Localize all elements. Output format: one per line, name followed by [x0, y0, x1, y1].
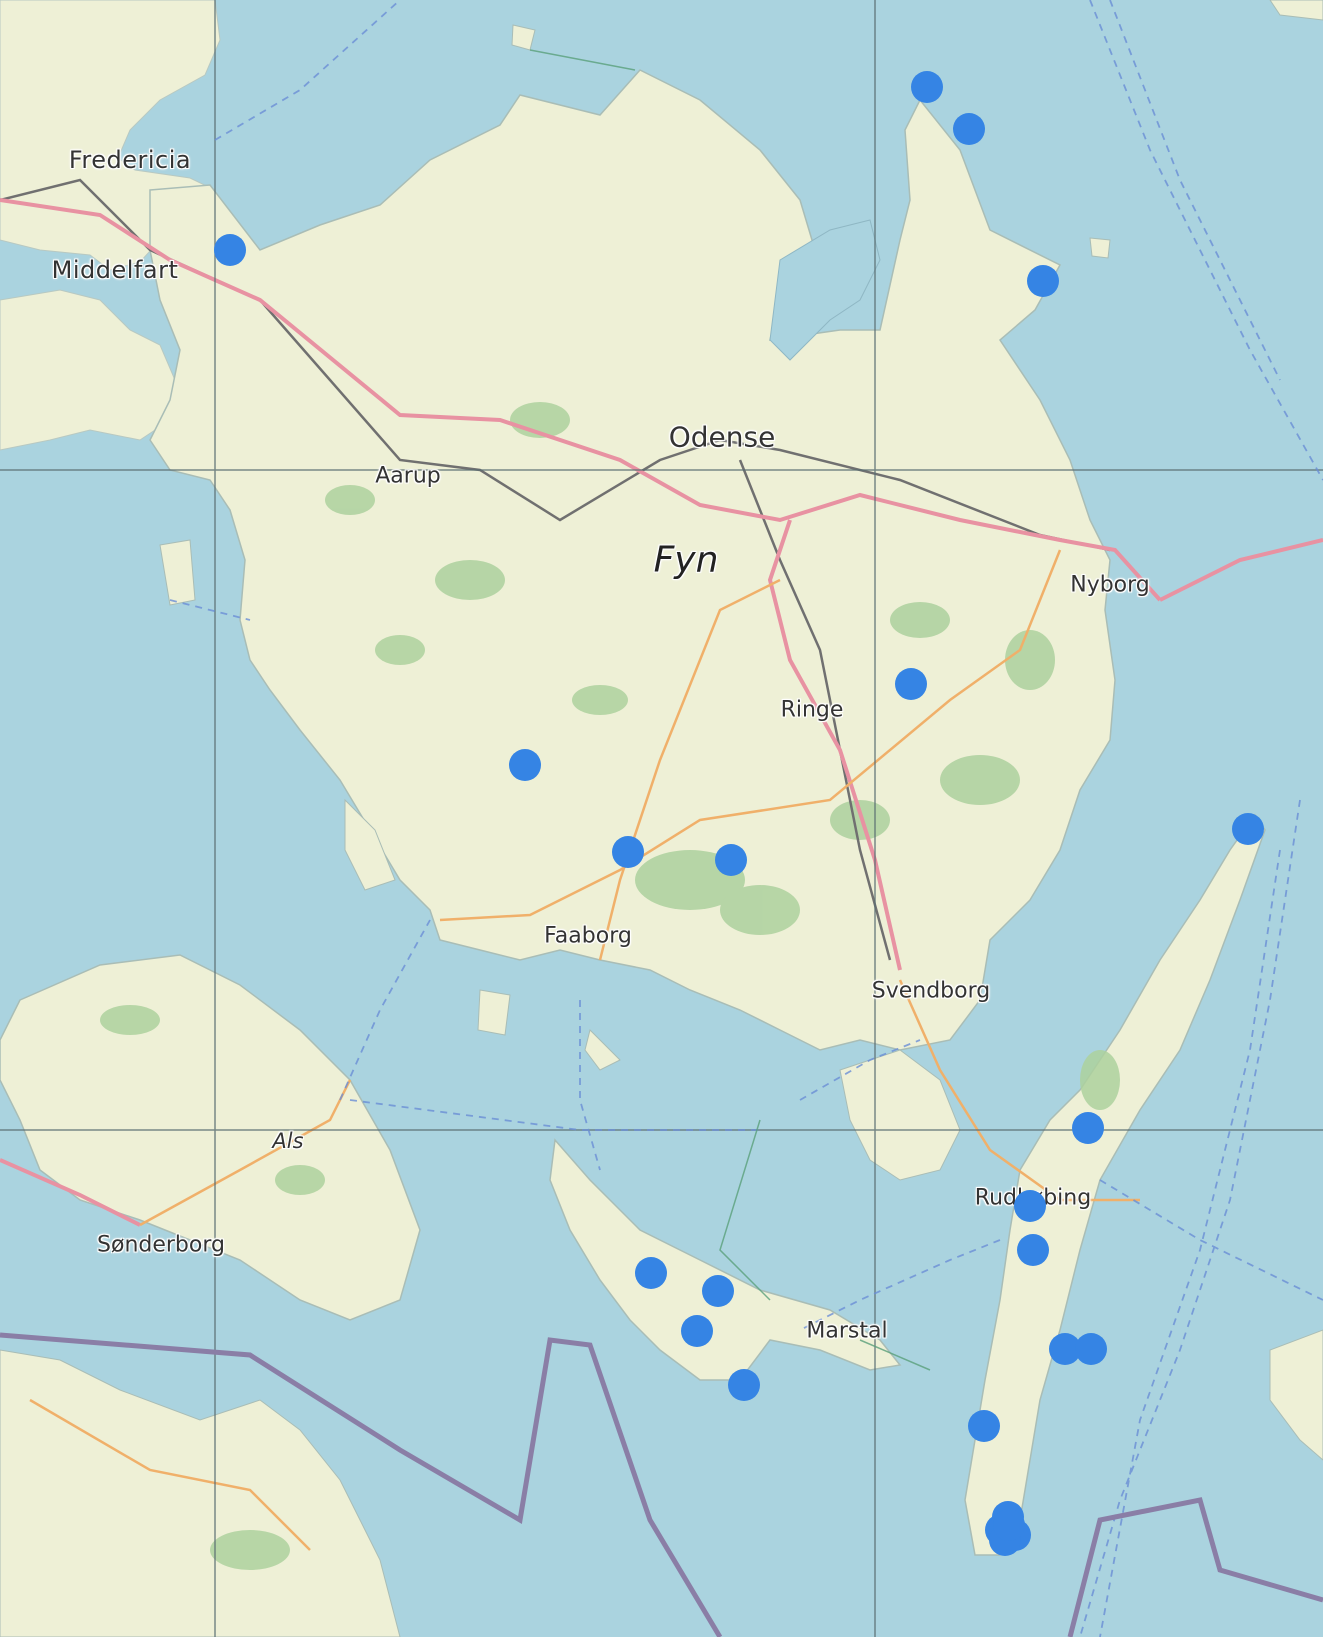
map-marker[interactable]	[1232, 813, 1264, 845]
map-marker[interactable]	[1014, 1190, 1046, 1222]
map-marker[interactable]	[681, 1315, 713, 1347]
map-marker[interactable]	[895, 668, 927, 700]
map-marker[interactable]	[612, 836, 644, 868]
map-marker[interactable]	[1017, 1234, 1049, 1266]
map-marker[interactable]	[702, 1275, 734, 1307]
marker-layer	[214, 71, 1264, 1556]
map-marker[interactable]	[728, 1369, 760, 1401]
map-marker[interactable]	[968, 1410, 1000, 1442]
map-marker[interactable]	[715, 844, 747, 876]
map-marker[interactable]	[214, 234, 246, 266]
map-marker[interactable]	[993, 1509, 1025, 1541]
map-viewport[interactable]: Fredericia Middelfart Aarup Odense Fyn N…	[0, 0, 1323, 1637]
map-marker[interactable]	[635, 1257, 667, 1289]
map-marker[interactable]	[1072, 1112, 1104, 1144]
map-marker[interactable]	[953, 113, 985, 145]
map-marker[interactable]	[509, 749, 541, 781]
map-marker[interactable]	[911, 71, 943, 103]
map-marker[interactable]	[1027, 265, 1059, 297]
map-marker[interactable]	[1075, 1333, 1107, 1365]
